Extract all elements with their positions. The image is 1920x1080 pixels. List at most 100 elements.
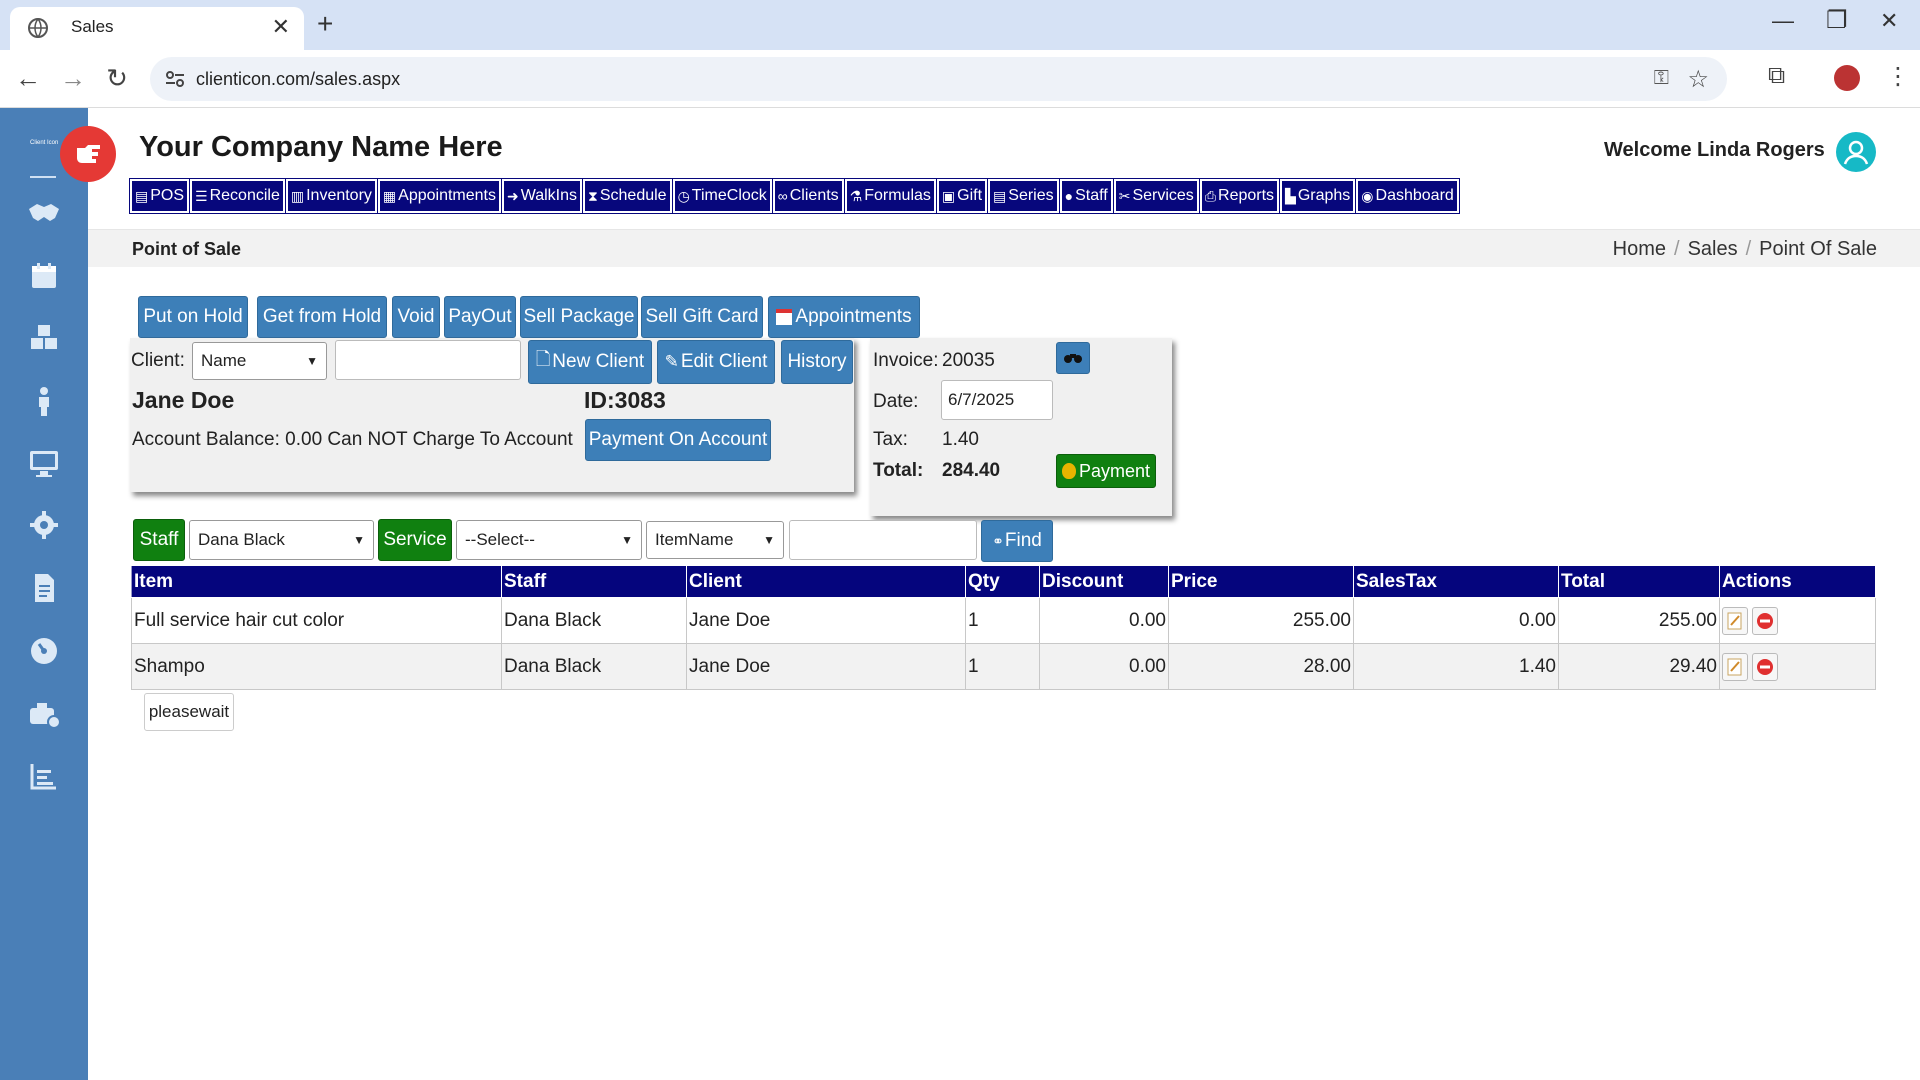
void-button[interactable]: Void xyxy=(392,296,440,338)
calendar-small-icon xyxy=(776,309,793,325)
edit-client-button[interactable]: ✎ Edit Client xyxy=(657,340,775,384)
col-header-qty[interactable]: Qty xyxy=(965,565,1040,598)
brand-logo[interactable] xyxy=(60,126,116,182)
handshake-icon[interactable] xyxy=(26,195,62,231)
get-from-hold-button[interactable]: Get from Hold xyxy=(257,296,387,338)
col-header-discount[interactable]: Discount xyxy=(1039,565,1169,598)
minimize-icon[interactable]: — xyxy=(1772,8,1794,34)
calendar-icon[interactable] xyxy=(26,258,62,294)
staff-label-button[interactable]: Staff xyxy=(133,519,185,561)
client-search-by-select[interactable]: Name ▼ xyxy=(192,342,327,380)
menu-item-pos[interactable]: ▤ POS xyxy=(128,178,191,214)
find-button[interactable]: ⚭ Find xyxy=(981,520,1053,562)
client-label: Client: xyxy=(131,350,185,371)
client-search-input[interactable] xyxy=(335,340,521,380)
user-avatar-icon[interactable] xyxy=(1836,132,1876,172)
password-key-icon[interactable]: ⚿ xyxy=(1654,67,1669,90)
payout-button[interactable]: PayOut xyxy=(444,296,516,338)
reload-icon[interactable]: ↻ xyxy=(101,63,133,94)
service-select[interactable]: --Select-- ▼ xyxy=(456,520,642,560)
bar-chart-icon[interactable] xyxy=(26,758,62,794)
person-icon[interactable] xyxy=(26,383,62,419)
appointments-button[interactable]: Appointments xyxy=(768,296,920,338)
pos-icon: ▤ xyxy=(135,187,149,204)
delete-icon[interactable] xyxy=(1752,652,1778,681)
site-settings-icon[interactable] xyxy=(164,68,186,90)
profile-icon[interactable] xyxy=(1834,65,1860,91)
sell-gift-card-button[interactable]: Sell Gift Card xyxy=(641,296,763,338)
menu-item-dashboard[interactable]: ◉ Dashboard xyxy=(1355,178,1460,214)
cubes-icon[interactable] xyxy=(26,320,62,356)
new-tab-button[interactable]: + xyxy=(317,8,333,40)
col-header-staff[interactable]: Staff xyxy=(501,565,687,598)
item-field-select[interactable]: ItemName ▼ xyxy=(646,521,784,559)
menu-item-graphs[interactable]: ▙ Graphs xyxy=(1279,178,1357,214)
gear-icon[interactable] xyxy=(26,507,62,543)
menu-item-inventory[interactable]: ▥ Inventory xyxy=(284,178,378,214)
col-header-salestax[interactable]: SalesTax xyxy=(1353,565,1559,598)
dashboard-icon[interactable] xyxy=(26,633,62,669)
menu-item-services[interactable]: ✂ Services xyxy=(1112,178,1200,214)
find-button-label: Find xyxy=(1004,530,1042,551)
main-menu: ▤ POS ☰ Reconcile ▥ Inventory ▦ Appointments ➜ Wa… xyxy=(128,178,1460,214)
breadcrumb-sales[interactable]: Sales xyxy=(1688,238,1738,260)
bookmark-star-icon[interactable]: ☆ xyxy=(1687,65,1709,94)
menu-item-appointments[interactable]: ▦ Appointments xyxy=(376,178,502,214)
document-icon[interactable] xyxy=(26,570,62,606)
edit-icon[interactable] xyxy=(1722,606,1748,635)
appointments-icon: ▦ xyxy=(382,187,397,204)
service-label-button[interactable]: Service xyxy=(378,519,452,561)
col-header-item[interactable]: Item xyxy=(131,565,502,598)
cell-discount: 0.00 xyxy=(1039,597,1169,644)
col-header-price[interactable]: Price xyxy=(1168,565,1354,598)
date-input[interactable]: 6/7/2025 xyxy=(941,380,1053,420)
payment-on-account-button[interactable]: Payment On Account xyxy=(585,419,771,461)
invoice-panel: Invoice: 20035 Date: 6/7/2025 Tax: 1.40 … xyxy=(870,338,1172,516)
browser-tab[interactable]: Sales ✕ xyxy=(10,7,304,50)
menu-item-timeclock[interactable]: ◷ TimeClock xyxy=(671,178,773,214)
table-row[interactable]: Shampo Dana Black Jane Doe 1 0.00 28.00 … xyxy=(131,643,1876,690)
restore-icon[interactable]: ❐ xyxy=(1826,6,1848,35)
col-header-total[interactable]: Total xyxy=(1558,565,1720,598)
sell-package-button[interactable]: Sell Package xyxy=(520,296,638,338)
put-on-hold-button[interactable]: Put on Hold xyxy=(138,296,248,338)
cash-register-icon[interactable] xyxy=(26,696,62,732)
breadcrumb-home[interactable]: Home xyxy=(1613,238,1666,260)
edit-icon[interactable] xyxy=(1722,652,1748,681)
menu-item-series[interactable]: ▤ Series xyxy=(987,178,1060,214)
staff-select[interactable]: Dana Black ▼ xyxy=(189,520,374,560)
menu-item-gift[interactable]: ▣ Gift xyxy=(935,178,989,214)
chevron-down-icon: ▼ xyxy=(306,354,318,368)
menu-item-clients[interactable]: ∞ Clients xyxy=(771,178,845,214)
col-header-client[interactable]: Client xyxy=(686,565,966,598)
menu-item-label: Dashboard xyxy=(1375,187,1454,204)
pencil-icon: ✎ xyxy=(664,352,679,371)
menu-item-label: Services xyxy=(1132,187,1194,204)
table-row[interactable]: Full service hair cut color Dana Black J… xyxy=(131,597,1876,644)
address-bar[interactable]: clienticon.com/sales.aspx ⚿ ☆ xyxy=(150,57,1727,101)
new-client-button[interactable]: 🗋 New Client xyxy=(528,340,652,384)
staff-icon: ● xyxy=(1064,188,1074,204)
menu-item-reconcile[interactable]: ☰ Reconcile xyxy=(189,178,286,214)
delete-icon[interactable] xyxy=(1752,606,1778,635)
tab-close-icon[interactable]: ✕ xyxy=(272,14,290,40)
back-icon[interactable]: ← xyxy=(12,63,44,94)
menu-item-label: Series xyxy=(1008,187,1054,204)
menu-item-staff[interactable]: ● Staff xyxy=(1058,178,1114,214)
history-button[interactable]: History xyxy=(781,340,853,384)
desktop-icon[interactable] xyxy=(26,445,62,481)
menu-item-walkins[interactable]: ➜ WalkIns xyxy=(500,178,584,214)
menu-item-formulas[interactable]: ⚗ Formulas xyxy=(843,178,937,214)
file-icon: 🗋 xyxy=(535,349,551,369)
hand-pointer-icon xyxy=(77,145,100,163)
window-close-icon[interactable]: ✕ xyxy=(1880,8,1898,34)
binoculars-icon[interactable] xyxy=(1056,342,1090,374)
payment-button[interactable]: Payment xyxy=(1056,454,1156,488)
forward-icon[interactable]: → xyxy=(57,63,89,94)
cast-icon[interactable]: ⧉ xyxy=(1768,62,1785,90)
menu-item-reports[interactable]: ⎙ Reports xyxy=(1198,178,1281,214)
menu-item-schedule[interactable]: ⧗ Schedule xyxy=(582,178,673,214)
sale-items-table: Item Staff Client Qty Discount Price Sal… xyxy=(131,565,1876,690)
menu-dots-icon[interactable]: ⋮ xyxy=(1886,62,1910,91)
item-search-input[interactable] xyxy=(789,520,977,560)
